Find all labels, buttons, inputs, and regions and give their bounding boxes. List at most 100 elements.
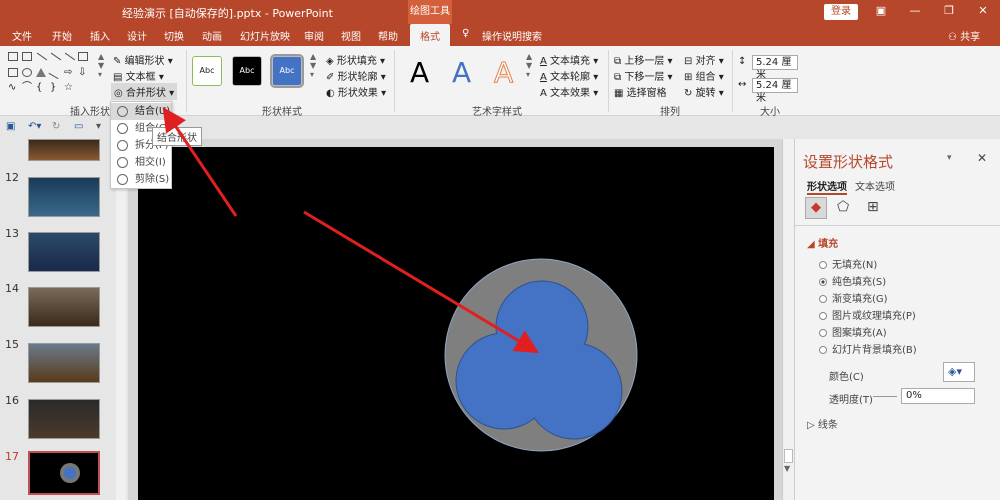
square-shape-icon[interactable]	[8, 68, 18, 77]
shapes-scroll-icon[interactable]: ▲ ▼ ▾	[98, 52, 104, 79]
customize-toolbar-icon[interactable]: ▾	[96, 121, 101, 132]
menu-item-intersect[interactable]: 相交(I)	[111, 154, 171, 171]
save-icon[interactable]: ▣	[6, 121, 15, 132]
elbow-connector-shape-icon[interactable]	[48, 65, 63, 80]
radio-gradient-fill[interactable]: 渐变填充(G)	[819, 290, 888, 305]
radio-slide-bg-fill[interactable]: 幻灯片背景填充(B)	[819, 341, 917, 356]
pane-close-icon[interactable]: ✕	[977, 151, 987, 165]
shape-outline-button[interactable]: ✐ 形状轮廓 ▾	[326, 68, 386, 83]
style-preset-dark[interactable]: Abc	[232, 56, 262, 86]
tab-design[interactable]: 设计	[127, 28, 147, 43]
canvas-vertical-scrollbar[interactable]: ▼	[782, 139, 794, 500]
tab-help[interactable]: 帮助	[378, 28, 398, 43]
slide-thumbnail[interactable]	[28, 177, 100, 217]
slide-thumbnail-active[interactable]	[28, 451, 100, 495]
slide-thumbnail[interactable]	[28, 343, 100, 383]
line-section-header[interactable]: ▷ 线条	[807, 416, 838, 431]
tell-me-search[interactable]: 操作说明搜索	[482, 28, 542, 43]
thumbnails-scrollbar[interactable]	[116, 139, 126, 500]
slide-canvas[interactable]	[138, 147, 774, 500]
curve-shape-icon[interactable]: ∿	[8, 83, 18, 93]
star-shape-icon[interactable]: ☆	[64, 83, 74, 93]
shape-fill-button[interactable]: ◈ 形状填充 ▾	[326, 52, 385, 67]
style-preset-blue[interactable]: Abc	[270, 54, 304, 88]
text-box-button[interactable]: ▤ 文本框 ▾	[113, 68, 164, 83]
triangle-shape-icon[interactable]	[36, 68, 46, 77]
edit-shape-button[interactable]: ✎ 编辑形状 ▾	[113, 52, 173, 67]
size-properties-icon[interactable]: ⊞	[867, 199, 879, 215]
wordart-blue[interactable]: A	[452, 56, 471, 89]
undo-icon[interactable]: ↶▾	[28, 121, 41, 132]
color-picker-button[interactable]: ◈▾	[943, 362, 975, 382]
radio-picture-fill[interactable]: 图片或纹理填充(P)	[819, 307, 916, 322]
oval-shape-icon[interactable]	[22, 68, 32, 77]
slide-thumbnail[interactable]	[28, 232, 100, 272]
height-input[interactable]: 5.24 厘米	[752, 55, 798, 81]
wordart-black[interactable]: A	[410, 56, 429, 89]
transparency-input[interactable]: 0%	[901, 388, 975, 404]
redo-icon[interactable]: ↻	[52, 121, 60, 132]
textbox-shape-icon[interactable]	[8, 52, 18, 61]
merge-shapes-button[interactable]: ◎ 合并形状 ▾	[111, 83, 178, 100]
tab-view[interactable]: 视图	[341, 28, 361, 43]
tab-review[interactable]: 审阅	[304, 28, 324, 43]
effects-pentagon-icon[interactable]: ⬠	[837, 199, 849, 215]
radio-pattern-fill[interactable]: 图案填充(A)	[819, 324, 887, 339]
menu-item-union[interactable]: 结合(U)	[111, 103, 171, 120]
slide-thumbnail[interactable]	[28, 287, 100, 327]
wordart-scroll-icon[interactable]: ▲ ▼ ▾	[526, 52, 532, 79]
close-icon[interactable]: ✕	[974, 4, 992, 17]
radio-solid-fill[interactable]: 纯色填充(S)	[819, 273, 886, 288]
arc-shape-icon[interactable]: ⌒	[22, 83, 32, 93]
tab-file[interactable]: 文件	[12, 28, 32, 43]
styles-scroll-icon[interactable]: ▲ ▼ ▾	[310, 52, 316, 79]
rotate-button[interactable]: ↻ 旋转 ▾	[684, 84, 724, 99]
scroll-thumb[interactable]	[784, 449, 793, 463]
text-outline-button[interactable]: A 文本轮廓 ▾	[540, 68, 598, 83]
tab-format[interactable]: 格式	[410, 24, 450, 46]
align-button[interactable]: ⊟ 对齐 ▾	[684, 52, 724, 67]
tab-home[interactable]: 开始	[52, 28, 72, 43]
down-arrow-shape-icon[interactable]: ⇩	[78, 68, 90, 78]
tab-animations[interactable]: 动画	[202, 28, 222, 43]
style-preset-outline[interactable]: Abc	[192, 56, 222, 86]
fill-line-icon[interactable]: ◆	[805, 197, 827, 219]
tab-shape-options[interactable]: 形状选项	[807, 178, 847, 195]
wordart-orange-outline[interactable]: A	[493, 56, 513, 90]
ribbon-display-options-icon[interactable]: ▣	[872, 4, 890, 17]
bring-forward-button[interactable]: ⧉ 上移一层 ▾	[614, 52, 673, 67]
brace-right-shape-icon[interactable]: }	[50, 83, 60, 93]
brace-shape-icon[interactable]: {	[36, 83, 46, 93]
line-shape-icon[interactable]	[36, 52, 48, 61]
send-backward-button[interactable]: ⧉ 下移一层 ▾	[614, 68, 673, 83]
tab-transitions[interactable]: 切换	[164, 28, 184, 43]
shape-effects-button[interactable]: ◐ 形状效果 ▾	[326, 84, 386, 99]
fill-section-header[interactable]: ◢ 填充	[807, 235, 838, 250]
slide-thumbnail[interactable]	[28, 139, 100, 161]
restore-icon[interactable]: ❐	[940, 4, 958, 17]
tab-insert[interactable]: 插入	[90, 28, 110, 43]
width-input[interactable]: 5.24 厘米	[752, 78, 798, 104]
tab-slideshow[interactable]: 幻灯片放映	[240, 28, 290, 43]
text-effects-button[interactable]: A 文本效果 ▾	[540, 84, 598, 99]
double-arrow-shape-icon[interactable]	[64, 52, 76, 61]
group-button[interactable]: ⊞ 组合 ▾	[684, 68, 724, 83]
menu-item-subtract[interactable]: 剪除(S)	[111, 171, 171, 188]
right-arrow-shape-icon[interactable]: ⇨	[64, 68, 76, 78]
scroll-down-icon[interactable]: ▼	[784, 464, 790, 473]
slide-thumbnail[interactable]	[28, 399, 100, 439]
login-button[interactable]: 登录	[824, 4, 858, 20]
vertical-textbox-shape-icon[interactable]	[22, 52, 32, 61]
shapes-gallery[interactable]: ⇨ ⇩ ∿ ⌒ { } ☆	[8, 52, 96, 98]
selection-pane-button[interactable]: ▦ 选择窗格	[614, 84, 667, 99]
share-button[interactable]: ⚇ 共享	[948, 28, 980, 43]
transparency-slider[interactable]	[873, 396, 897, 397]
pane-options-icon[interactable]: ▾	[947, 153, 952, 163]
rectangle-shape-icon[interactable]	[78, 52, 88, 61]
text-fill-button[interactable]: A 文本填充 ▾	[540, 52, 598, 67]
radio-no-fill[interactable]: 无填充(N)	[819, 256, 877, 271]
arrow-line-shape-icon[interactable]	[50, 52, 62, 61]
tab-text-options[interactable]: 文本选项	[855, 178, 895, 193]
minimize-icon[interactable]: —	[906, 4, 924, 17]
start-slideshow-icon[interactable]: ▭	[74, 121, 83, 132]
